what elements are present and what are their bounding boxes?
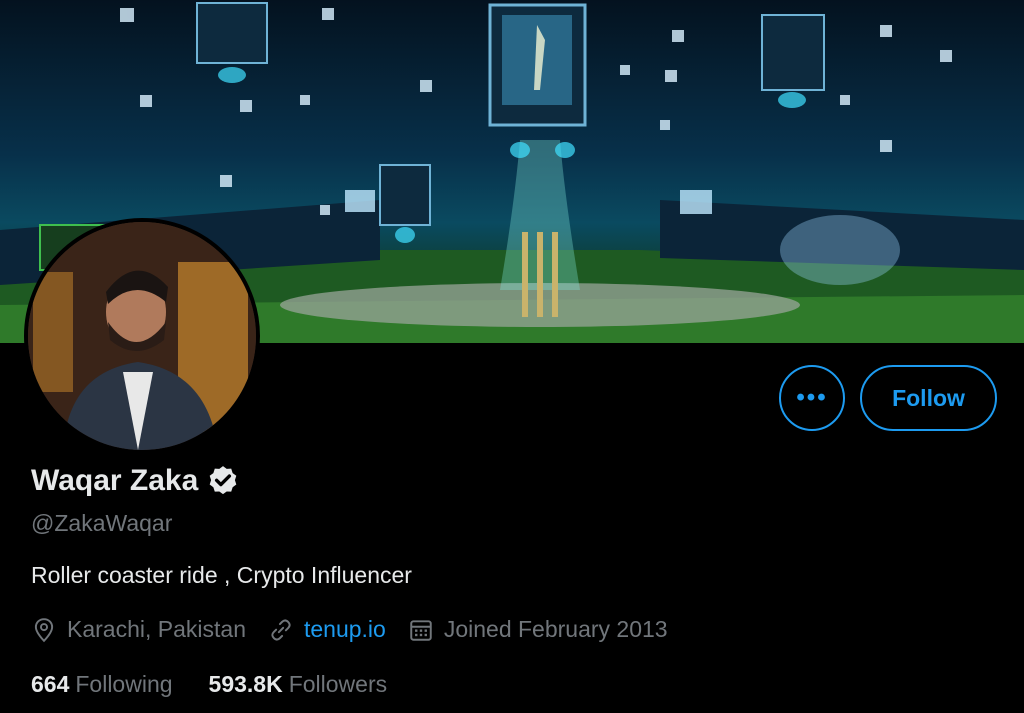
follow-button[interactable]: Follow bbox=[860, 365, 997, 431]
website-item[interactable]: tenup.io bbox=[268, 616, 386, 643]
followers-label: Followers bbox=[288, 671, 388, 697]
followers-link[interactable]: 593.8K Followers bbox=[209, 671, 388, 698]
profile-name: Waqar Zaka bbox=[31, 464, 199, 497]
profile-bio: Roller coaster ride , Crypto Influencer bbox=[31, 562, 412, 588]
followers-count: 593.8K bbox=[208, 671, 283, 697]
profile-avatar[interactable] bbox=[24, 218, 260, 454]
location-pin-icon bbox=[34, 617, 54, 642]
following-label: Following bbox=[75, 671, 173, 697]
calendar-icon bbox=[410, 619, 432, 641]
avatar-photo bbox=[28, 222, 256, 450]
location-text: Karachi, Pakistan bbox=[67, 616, 246, 642]
following-count: 664 bbox=[31, 671, 70, 697]
profile-stats: 664 Following 593.8K Followers bbox=[31, 671, 423, 698]
verified-badge-icon bbox=[209, 466, 237, 495]
joined-text: Joined February 2013 bbox=[443, 616, 668, 642]
more-options-button[interactable]: ••• bbox=[779, 365, 845, 431]
link-icon bbox=[271, 618, 291, 641]
follow-button-label: Follow bbox=[892, 384, 965, 411]
profile-meta: Karachi, Pakistan tenup.io Joined Februa… bbox=[31, 616, 690, 643]
more-options-icon: ••• bbox=[796, 384, 828, 411]
profile-handle: @ZakaWaqar bbox=[31, 510, 173, 536]
joined-item: Joined February 2013 bbox=[408, 616, 668, 643]
website-link[interactable]: tenup.io bbox=[304, 616, 386, 643]
location-item: Karachi, Pakistan bbox=[31, 616, 246, 643]
following-link[interactable]: 664 Following bbox=[31, 671, 173, 698]
profile-name-row: Waqar Zaka bbox=[31, 464, 240, 498]
